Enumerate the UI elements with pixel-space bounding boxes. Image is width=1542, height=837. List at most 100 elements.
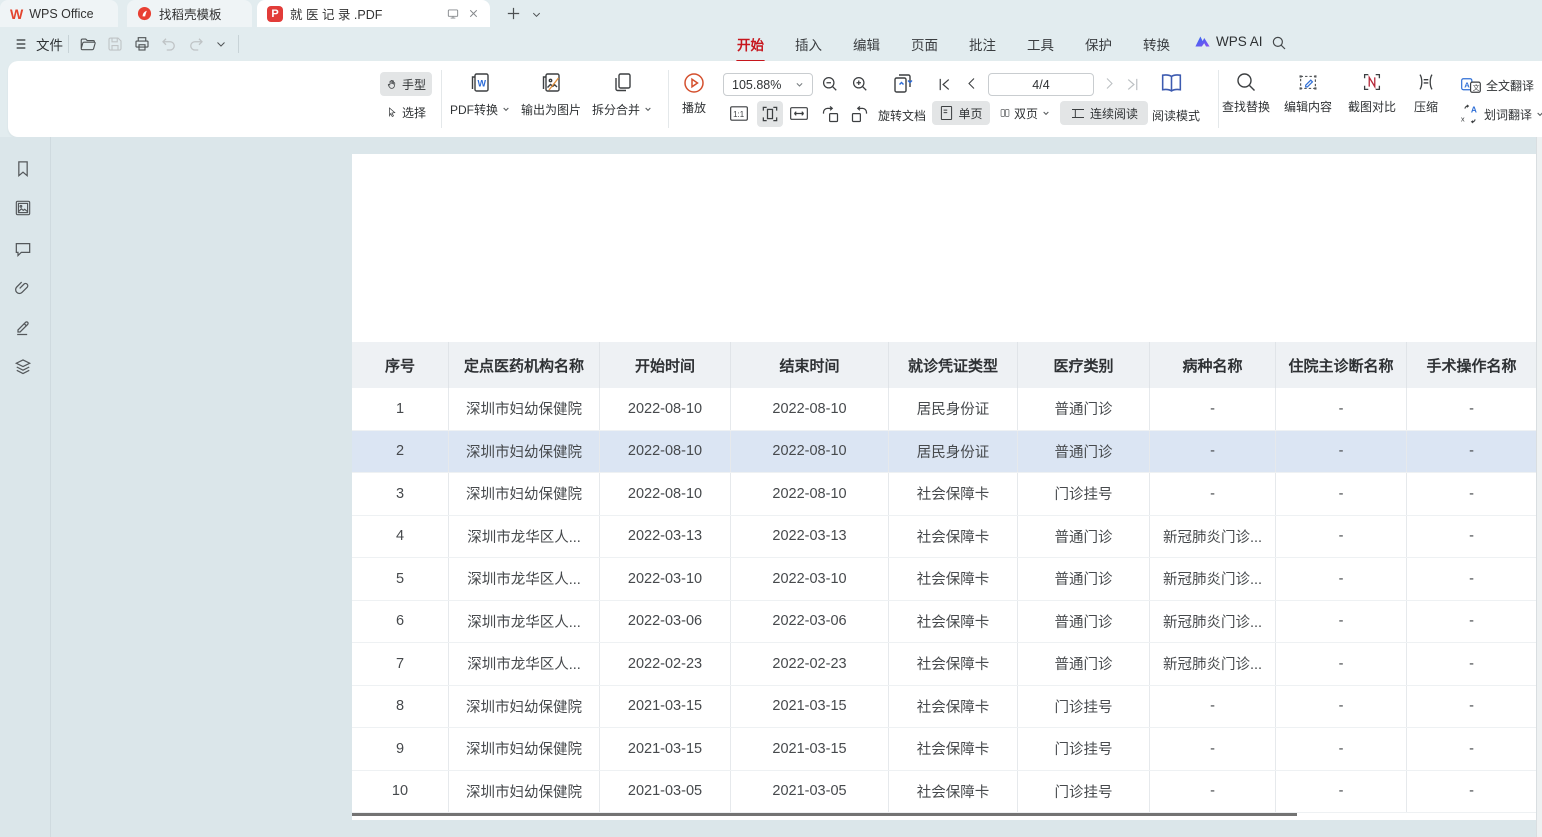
tab-document-pdf[interactable]: P 就 医 记 录 .PDF <box>257 0 490 27</box>
menu-tab-comment[interactable]: 批注 <box>968 32 997 56</box>
actual-size-icon[interactable]: 1:1 <box>729 105 749 122</box>
bookmark-panel-icon[interactable] <box>13 159 35 181</box>
single-page-button[interactable]: 单页 <box>932 101 990 125</box>
print-icon[interactable] <box>131 33 153 55</box>
table-cell: - <box>1407 431 1536 473</box>
read-mode-label[interactable]: 阅读模式 <box>1152 107 1200 124</box>
divider <box>668 70 669 128</box>
split-merge-icon <box>609 70 635 96</box>
edit-content-label: 编辑内容 <box>1284 98 1332 115</box>
table-row[interactable]: 6深圳市龙华区人...2022-03-062022-03-06社会保障卡普通门诊… <box>352 601 1536 644</box>
find-replace-button[interactable]: 查找替换 <box>1215 70 1277 115</box>
menu-tab-page[interactable]: 页面 <box>910 32 939 56</box>
zoom-level-value: 105.88% <box>732 78 781 92</box>
redo-icon[interactable] <box>185 33 207 55</box>
prev-page-icon[interactable] <box>964 76 979 91</box>
tab-wps-office[interactable]: W WPS Office <box>0 0 118 27</box>
table-row[interactable]: 10深圳市妇幼保健院2021-03-052021-03-05社会保障卡门诊挂号-… <box>352 771 1536 814</box>
wps-ai-button[interactable]: WPS AI <box>1194 34 1263 49</box>
page-number-value: 4/4 <box>1032 78 1049 92</box>
zoom-out-icon[interactable] <box>820 74 840 94</box>
table-cell: - <box>1150 728 1276 770</box>
rotate-left-icon[interactable] <box>820 104 841 125</box>
zoom-level-select[interactable]: 105.88% <box>723 73 813 96</box>
document-title: 就 医 记 录 .PDF <box>290 4 439 23</box>
table-row[interactable]: 4深圳市龙华区人...2022-03-132022-03-13社会保障卡普通门诊… <box>352 516 1536 559</box>
zoom-in-icon[interactable] <box>850 74 870 94</box>
hamburger-icon <box>14 36 30 52</box>
present-to-screen-icon[interactable] <box>446 7 460 21</box>
attachment-panel-icon[interactable] <box>13 278 35 300</box>
table-row[interactable]: 3深圳市妇幼保健院2022-08-102022-08-10社会保障卡门诊挂号--… <box>352 473 1536 516</box>
next-page-icon[interactable] <box>1102 76 1117 91</box>
table-row[interactable]: 2深圳市妇幼保健院2022-08-102022-08-10居民身份证普通门诊--… <box>352 431 1536 474</box>
word-translate-icon: x A <box>1460 104 1480 124</box>
select-tool-button[interactable]: 选择 <box>380 100 432 124</box>
fit-window-refresh-icon[interactable] <box>890 71 916 97</box>
screenshot-compare-button[interactable]: 截图对比 <box>1339 70 1405 115</box>
file-menu-button[interactable]: 文件 <box>10 32 67 56</box>
menu-tab-tools[interactable]: 工具 <box>1026 32 1055 56</box>
full-translate-button[interactable]: A 文 全文翻译 <box>1454 73 1540 97</box>
save-icon[interactable] <box>104 33 126 55</box>
rotate-right-icon[interactable] <box>849 104 870 125</box>
last-page-icon[interactable] <box>1124 76 1141 93</box>
double-page-button[interactable]: 双页 <box>994 101 1056 125</box>
menu-tab-home[interactable]: 开始 <box>736 32 765 56</box>
undo-icon[interactable] <box>158 33 180 55</box>
hand-tool-button[interactable]: 手型 <box>380 72 432 96</box>
pdf-convert-button[interactable]: W PDF转换 <box>446 70 514 118</box>
open-file-icon[interactable] <box>77 33 99 55</box>
annotate-pen-panel-icon[interactable] <box>13 317 35 339</box>
first-page-icon[interactable] <box>936 76 953 93</box>
table-row[interactable]: 5深圳市龙华区人...2022-03-102022-03-10社会保障卡普通门诊… <box>352 558 1536 601</box>
menu-tab-convert[interactable]: 转换 <box>1142 32 1171 56</box>
menu-tab-edit[interactable]: 编辑 <box>852 32 881 56</box>
table-cell: - <box>1407 686 1536 728</box>
rotate-doc-label[interactable]: 旋转文档 <box>878 107 926 124</box>
table-cell: 深圳市妇幼保健院 <box>449 771 600 813</box>
export-image-button[interactable]: 输出为图片 <box>516 70 586 118</box>
table-cell: 2022-08-10 <box>600 431 731 473</box>
close-tab-icon[interactable] <box>467 7 480 20</box>
menu-tab-insert[interactable]: 插入 <box>794 32 823 56</box>
edit-content-button[interactable]: 编辑内容 <box>1277 70 1339 115</box>
table-cell: 10 <box>352 771 449 813</box>
table-row[interactable]: 7深圳市龙华区人...2022-02-232022-02-23社会保障卡普通门诊… <box>352 643 1536 686</box>
split-merge-button[interactable]: 拆分合并 <box>588 70 656 118</box>
word-translate-button[interactable]: x A 划词翻译 <box>1454 102 1542 126</box>
table-cell: 新冠肺炎门诊... <box>1150 558 1276 600</box>
table-row[interactable]: 9深圳市妇幼保健院2021-03-152021-03-15社会保障卡门诊挂号--… <box>352 728 1536 771</box>
comment-panel-icon[interactable] <box>13 239 35 261</box>
table-cell: 2021-03-05 <box>731 771 889 813</box>
quick-access-chevron-icon[interactable] <box>210 33 232 55</box>
thumbnail-panel-icon[interactable] <box>13 198 35 220</box>
table-cell: 新冠肺炎门诊... <box>1150 516 1276 558</box>
play-label: 播放 <box>682 99 706 116</box>
menubar-search-icon[interactable] <box>1270 34 1288 52</box>
vertical-scrollbar[interactable] <box>1536 137 1542 837</box>
table-cell: - <box>1150 686 1276 728</box>
table-cell: 门诊挂号 <box>1018 728 1150 770</box>
table-cell: - <box>1407 558 1536 600</box>
pdf-page[interactable]: 序号 定点医药机构名称 开始时间 结束时间 就诊凭证类型 医疗类别 病种名称 住… <box>352 154 1536 820</box>
menu-tab-protect[interactable]: 保护 <box>1084 32 1113 56</box>
page-number-input[interactable]: 4/4 <box>988 73 1094 96</box>
chevron-down-icon <box>795 80 804 89</box>
tab-list-chevron-icon[interactable] <box>531 9 542 20</box>
table-cell: 社会保障卡 <box>889 601 1018 643</box>
table-row[interactable]: 8深圳市妇幼保健院2021-03-152021-03-15社会保障卡门诊挂号--… <box>352 686 1536 729</box>
new-tab-icon[interactable] <box>505 5 522 22</box>
compress-button[interactable]: 压缩 <box>1401 70 1451 115</box>
fit-page-icon[interactable] <box>757 101 783 127</box>
table-row[interactable]: 1深圳市妇幼保健院2022-08-102022-08-10居民身份证普通门诊--… <box>352 388 1536 431</box>
table-cell: 2021-03-15 <box>731 728 889 770</box>
read-mode-icon[interactable] <box>1158 70 1185 97</box>
continuous-read-button[interactable]: 连续阅读 <box>1060 101 1148 125</box>
fit-width-icon[interactable] <box>789 105 809 122</box>
table-cell: - <box>1276 431 1407 473</box>
play-button[interactable]: 播放 <box>674 71 714 116</box>
tab-docer-templates[interactable]: 找稻壳模板 <box>127 0 252 27</box>
layers-panel-icon[interactable] <box>13 357 35 379</box>
table-cell: 深圳市妇幼保健院 <box>449 728 600 770</box>
